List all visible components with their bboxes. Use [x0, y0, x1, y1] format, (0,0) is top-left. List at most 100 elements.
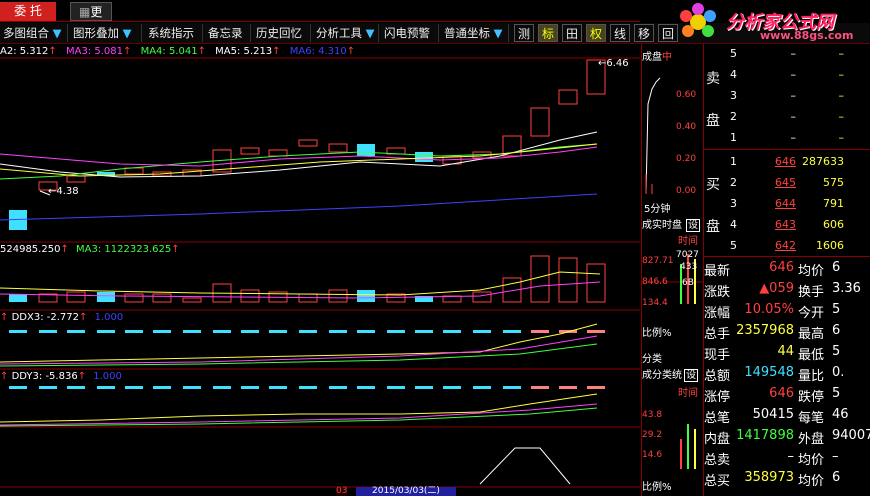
tab-more[interactable]: ▦更多: [70, 2, 112, 38]
period-label[interactable]: 5分钟: [644, 200, 670, 215]
sell-row[interactable]: 2 – –: [704, 107, 870, 128]
ddy-bar: [213, 386, 231, 389]
mini-tick: 134.4: [642, 298, 668, 308]
buy-row[interactable]: 1 646 287633: [704, 152, 870, 173]
main-chart-area[interactable]: A2: 5.312↑ MA3: 5.081↑ MA4: 5.041↑ MA5: …: [0, 44, 640, 496]
price: –: [790, 47, 797, 60]
ddx-bar: [299, 330, 317, 333]
ddy-bar: [357, 386, 375, 389]
stat-key: 涨跌: [704, 285, 731, 300]
stat-value: 646: [769, 260, 794, 275]
analysis-tools-button[interactable]: 分析工具 ▼: [313, 24, 379, 42]
settings-button-2[interactable]: 设: [684, 369, 698, 382]
tab-entrust[interactable]: 委 托: [0, 2, 56, 21]
sell-row[interactable]: 5 – –: [704, 44, 870, 65]
stat-value: 2357968: [736, 323, 794, 338]
stat-key: 总笔: [704, 411, 731, 426]
sell-row[interactable]: 1 – –: [704, 128, 870, 149]
buy-row[interactable]: 3 644 791: [704, 194, 870, 215]
mini-tick: 14.6: [642, 450, 663, 460]
ddy-bar: [269, 386, 287, 389]
stat-key: 最新: [704, 264, 731, 279]
move-button[interactable]: 移: [634, 24, 654, 42]
stat-value: 1417898: [736, 428, 794, 443]
multi-chart-button[interactable]: 多图组合 ▼: [0, 24, 68, 42]
ddy-bar: [97, 386, 115, 389]
stat-value-2: 3.36: [832, 281, 861, 296]
volume-bar: [472, 291, 492, 303]
ratio-label: 比例%: [642, 328, 672, 339]
price: –: [790, 131, 797, 144]
level: 2: [730, 176, 737, 189]
stat-key: 总买: [704, 474, 731, 489]
stat-value: 149548: [744, 365, 794, 380]
volume-bar: [558, 257, 578, 303]
volume: –: [838, 110, 845, 123]
candle: [124, 167, 144, 175]
ddx-bar: [415, 330, 433, 333]
candle: [558, 89, 578, 105]
ddx-bar: [473, 330, 491, 333]
buy-row[interactable]: 4 643 606: [704, 215, 870, 236]
ddx-bar: [97, 330, 115, 333]
stat-value-2: 5: [832, 386, 841, 401]
mark-button[interactable]: 标: [538, 24, 558, 42]
price: 645: [775, 176, 796, 189]
volume: 1606: [816, 239, 844, 252]
price: –: [790, 68, 797, 81]
ddy-bar: [559, 386, 577, 389]
ddy-bar: [503, 386, 521, 389]
ddx-bar: [183, 330, 201, 333]
stat-row: 总卖 – 均价 –: [704, 447, 870, 468]
ddx-bar: [9, 330, 27, 333]
level: 3: [730, 89, 737, 102]
memo-button[interactable]: 备忘录: [205, 24, 251, 42]
logo-url: www.88gs.com: [760, 29, 854, 42]
price: 642: [775, 239, 796, 252]
vol-legend: 524985.250↑ MA3: 1122323.625↑: [0, 244, 180, 255]
ddy-bar: [329, 386, 347, 389]
stat-value: ▲059: [759, 281, 794, 296]
volume: –: [838, 89, 845, 102]
grid-toggle-button[interactable]: 田: [562, 24, 582, 42]
mini-tick: 7027: [676, 250, 699, 260]
line-button[interactable]: 线: [610, 24, 630, 42]
stat-key: 现手: [704, 348, 731, 363]
buy-row[interactable]: 2 645 575: [704, 173, 870, 194]
ddy-bar: [153, 386, 171, 389]
time-label: 时间: [678, 236, 698, 247]
measure-button[interactable]: 测: [514, 24, 534, 42]
volume: 791: [823, 197, 844, 210]
overlay-button[interactable]: 图形叠加 ▼: [70, 24, 142, 42]
level: 5: [730, 239, 737, 252]
ddy-bar: [125, 386, 143, 389]
ddx-bar: [443, 330, 461, 333]
price: –: [790, 110, 797, 123]
ddy-bar: [299, 386, 317, 389]
history-button[interactable]: 历史回忆: [253, 24, 311, 42]
sell-row[interactable]: 3 – –: [704, 86, 870, 107]
flash-alert-button[interactable]: 闪电预警: [381, 24, 439, 42]
volume-bar: [357, 290, 375, 302]
settings-button[interactable]: 设: [686, 219, 700, 232]
axis-mode-button[interactable]: 普通坐标 ▼: [441, 24, 509, 42]
volume: –: [838, 68, 845, 81]
ddx-bar: [531, 330, 549, 333]
mini-vol-top: 827.71: [642, 256, 674, 266]
rights-button[interactable]: 权: [586, 24, 606, 42]
chart-svg: [0, 57, 640, 488]
stat-key: 涨停: [704, 390, 731, 405]
volume: –: [838, 131, 845, 144]
ddx-bar: [125, 330, 143, 333]
ddx-bar: [269, 330, 287, 333]
stat-row: 内盘 1417898 外盘 94007: [704, 426, 870, 447]
buy-row[interactable]: 5 642 1606: [704, 236, 870, 257]
volume-bar: [240, 289, 260, 303]
system-indicator-button[interactable]: 系统指示: [145, 24, 203, 42]
stat-value-2: 94007: [832, 428, 870, 443]
stat-row: 总笔 50415 每笔 46: [704, 405, 870, 426]
ddx-bar: [67, 330, 85, 333]
sell-row[interactable]: 4 – –: [704, 65, 870, 86]
mini-tick: 29.2: [642, 430, 663, 440]
stat-key-2: 跌停: [798, 390, 825, 405]
